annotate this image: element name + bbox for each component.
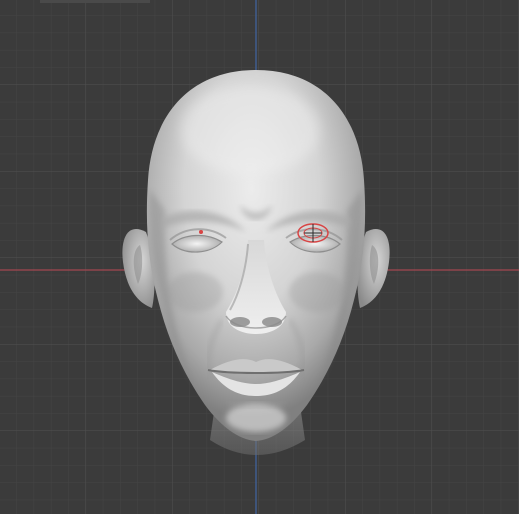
object-origin-marker (199, 230, 203, 234)
viewport-canvas[interactable] (0, 0, 519, 514)
3d-viewport[interactable] (0, 0, 519, 514)
header-strip (40, 0, 150, 3)
